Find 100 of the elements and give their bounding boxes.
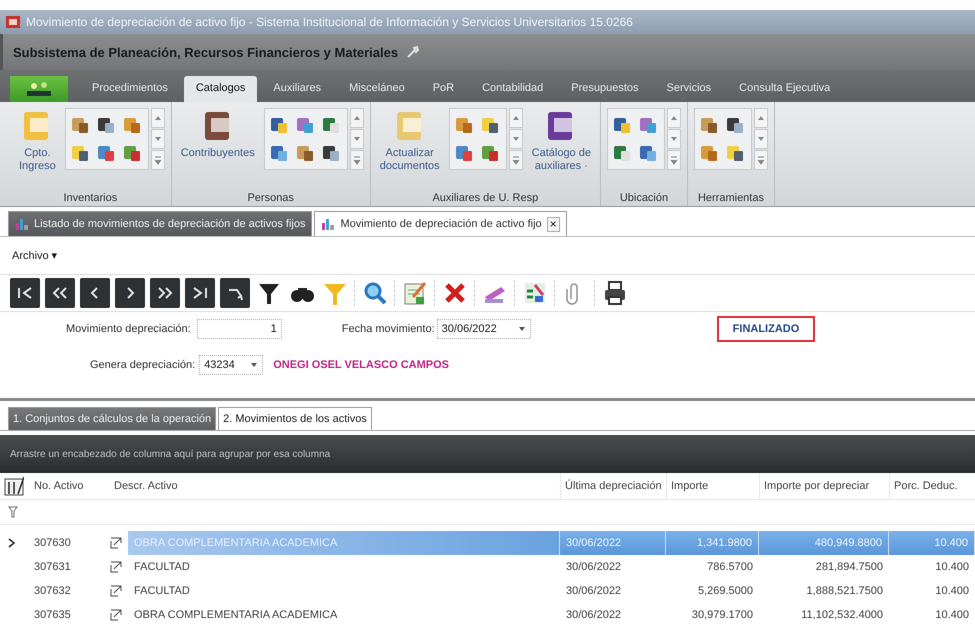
ribbon-tab[interactable]: Contabilidad	[470, 76, 556, 102]
tile-icon[interactable]	[638, 115, 658, 135]
previous-icon[interactable]	[80, 278, 110, 308]
tile-icon[interactable]	[724, 143, 745, 163]
movimiento-field[interactable]: 1	[196, 319, 282, 339]
column-header[interactable]: Última depreciación	[560, 473, 666, 500]
scroll-up-icon[interactable]	[754, 108, 768, 128]
expand-icon[interactable]	[754, 150, 768, 170]
tile-icon[interactable]	[612, 143, 632, 163]
tile-icon[interactable]	[70, 115, 90, 135]
ribbon-button[interactable]: Catálogo de auxiliares ·	[528, 106, 594, 175]
tile-icon[interactable]	[480, 115, 500, 135]
scroll-up-icon[interactable]	[508, 108, 523, 128]
tile-icon[interactable]	[698, 143, 719, 163]
chart-icon	[15, 217, 29, 231]
scroll-up-icon[interactable]	[666, 108, 681, 128]
document-tab[interactable]: Movimiento de depreciación de activo fijo ×	[314, 211, 567, 236]
tile-icon[interactable]	[96, 115, 116, 135]
refresh-icon[interactable]	[220, 278, 250, 308]
tile-icon[interactable]	[70, 143, 90, 163]
column-header[interactable]: Descr. Activo	[110, 473, 560, 500]
genera-dropdown[interactable]: 43234	[199, 355, 264, 375]
ribbon-tab[interactable]: Auxiliares	[261, 76, 334, 102]
filter-row-icon[interactable]	[8, 506, 18, 518]
expand-icon[interactable]	[666, 150, 681, 170]
ribbon-tab[interactable]: Consulta Ejecutiva	[727, 76, 842, 102]
table-cell: OBRA COMPLEMENTARIA ACADEMICA	[128, 531, 559, 555]
tile-icon[interactable]	[612, 115, 632, 135]
app-menu-button[interactable]	[10, 76, 68, 102]
tile-icon[interactable]	[294, 115, 315, 135]
table-cell-text: 30,979.1700	[690, 608, 754, 623]
tile-icon[interactable]	[320, 115, 341, 135]
window-title: Movimiento de depreciación de activo fijo - Sistema Institucional de Información y Servicios Universitarios 15.0266	[26, 15, 633, 29]
tile-icon[interactable]	[454, 143, 474, 163]
tile-icon[interactable]	[698, 115, 719, 135]
table-cell-text: 10.400	[934, 608, 970, 623]
fast-forward-icon[interactable]	[150, 278, 180, 308]
ribbon-tab[interactable]: Servicios	[654, 76, 724, 102]
ribbon-button[interactable]: Cpto. Ingreso	[16, 106, 59, 175]
scroll-up-icon[interactable]	[350, 108, 364, 128]
ribbon-button[interactable]: Actualizar documentos	[376, 106, 443, 175]
section-tab[interactable]: 1. Conjuntos de cálculos de la operación	[8, 407, 216, 430]
tile-icon[interactable]	[480, 143, 500, 163]
table-cell-text: 30/06/2022	[565, 584, 622, 599]
table-cell-text: 307631	[33, 560, 72, 575]
column-header[interactable]: Porc. Deduc.	[889, 473, 975, 500]
section-tab[interactable]: 2. Movimientos de los activos	[218, 407, 372, 430]
archivo-menu[interactable]: Archivo ▾	[12, 249, 58, 262]
tile-icon[interactable]	[638, 143, 658, 163]
tile-icon[interactable]	[268, 143, 289, 163]
table-cell-text: 786.5700	[706, 560, 754, 575]
ribbon-tab[interactable]: Procedimientos	[80, 76, 180, 102]
ribbon-tab[interactable]: Catalogos	[184, 76, 258, 102]
link-icon[interactable]	[110, 609, 122, 621]
close-button[interactable]: ×	[546, 216, 560, 232]
tile-icon[interactable]	[96, 143, 116, 163]
scroll-down-icon[interactable]	[754, 129, 768, 149]
ribbon-tab[interactable]: Misceláneo	[337, 76, 417, 102]
tile-icon[interactable]	[320, 143, 341, 163]
tile-icon[interactable]	[268, 115, 289, 135]
scroll-down-icon[interactable]	[150, 129, 165, 149]
column-header[interactable]: No. Activo	[30, 473, 110, 500]
expand-icon[interactable]	[150, 150, 165, 170]
scroll-down-icon[interactable]	[350, 129, 364, 149]
column-header[interactable]: Importe	[666, 473, 759, 500]
tile-icon[interactable]	[294, 143, 315, 163]
status-label: FINALIZADO	[716, 316, 816, 342]
document-tab[interactable]: Listado de movimientos de depreciación de activos fijos	[8, 211, 312, 236]
caret-icon[interactable]	[250, 362, 258, 368]
table-cell: 30/06/2022	[560, 531, 666, 555]
ribbon-button[interactable]: Contribuyentes	[178, 106, 258, 162]
link-icon[interactable]	[110, 537, 122, 549]
table-cell-text: OBRA COMPLEMENTARIA ACADEMICA	[133, 608, 338, 623]
expand-icon[interactable]	[508, 150, 523, 170]
tile-icon[interactable]	[454, 115, 474, 135]
expand-icon[interactable]	[350, 150, 364, 170]
wrench-icon[interactable]	[406, 45, 420, 59]
ribbon-tab[interactable]: Presupuestos	[559, 76, 651, 102]
table-cell-text: 1,888,521.7500	[806, 584, 884, 599]
last-record-icon[interactable]	[185, 278, 215, 308]
tile-icon[interactable]	[724, 115, 745, 135]
subsystem-title: Subsistema de Planeación, Recursos Financieros y Materiales	[13, 44, 398, 60]
person-name: ONEGI OSEL VELASCO CAMPOS	[273, 359, 450, 371]
scroll-down-icon[interactable]	[508, 129, 523, 149]
date-dropdown[interactable]: 30/06/2022	[436, 319, 531, 339]
scroll-down-icon[interactable]	[666, 129, 681, 149]
ribbon-tab[interactable]: PoR	[420, 76, 466, 102]
table-cell-text: 307635	[33, 608, 72, 623]
first-record-icon[interactable]	[10, 278, 40, 308]
caret-icon[interactable]	[518, 326, 526, 332]
link-icon[interactable]	[110, 585, 122, 597]
link-icon[interactable]	[110, 561, 122, 573]
tile-icon[interactable]	[122, 143, 142, 163]
rewind-icon[interactable]	[45, 278, 75, 308]
scroll-up-icon[interactable]	[150, 108, 165, 128]
tile-icon[interactable]	[122, 115, 142, 135]
table-cell: 10.400	[889, 531, 975, 555]
column-header[interactable]: Importe por depreciar	[759, 473, 889, 500]
next-icon[interactable]	[115, 278, 145, 308]
column-chooser-icon[interactable]	[4, 476, 24, 496]
